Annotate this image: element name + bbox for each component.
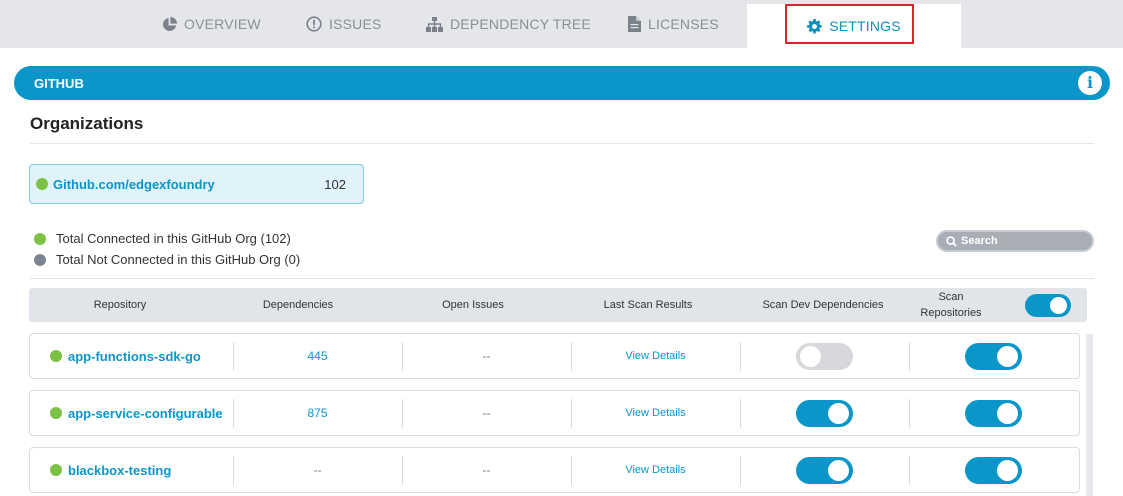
scan-dev-cell [740,391,909,435]
legend-not-connected-text: Total Not Connected in this GitHub Org (… [56,252,301,267]
col-scan-repos: Scan Repositories [920,291,982,319]
toggle-knob [828,459,849,481]
org-name: Github.com/edgexfoundry [53,176,215,192]
toggle-knob [997,402,1018,424]
scan-all-toggle-cell [1023,288,1073,322]
alert-circle-icon [306,16,322,32]
col-dependencies: Dependencies [262,299,334,311]
table-row: app-functions-sdk-go 445 -- View Details [29,333,1080,379]
repo-name-link[interactable]: app-service-configurable [68,406,223,421]
connected-status-dot [50,407,62,419]
scan-repository-toggle[interactable] [965,456,1022,484]
org-repo-count: 102 [324,177,346,192]
col-open-issues: Open Issues [442,299,504,311]
connected-dot [34,232,46,245]
view-details-link[interactable]: View Details [571,448,740,492]
organizations-heading: Organizations [30,114,144,133]
tab-licenses[interactable]: LICENSES [628,0,719,48]
view-details-link[interactable]: View Details [571,391,740,435]
legend-not-connected: Total Not Connected in this GitHub Org (… [34,252,300,267]
divider [30,143,1094,144]
scan-dev-dependencies-toggle[interactable] [796,456,853,484]
tab-label: DEPENDENCY TREE [450,16,591,32]
tab-label: OVERVIEW [184,16,261,32]
connected-status-dot [36,178,48,190]
table-header: Repository Dependencies Open Issues Last… [29,288,1087,322]
tab-label: ISSUES [329,16,382,32]
search-icon [946,235,957,247]
search-input[interactable]: Search [936,230,1094,252]
dependencies-count[interactable]: 445 [233,334,402,378]
scan-dev-dependencies-toggle[interactable] [796,342,853,370]
info-icon[interactable]: i [1078,71,1102,95]
scan-repo-cell [909,391,1078,435]
open-issues-value: -- [482,463,491,477]
scan-repository-toggle[interactable] [965,399,1022,427]
tab-label: LICENSES [648,16,719,32]
sitemap-icon [426,16,443,32]
scan-repository-toggle[interactable] [965,342,1022,370]
search-placeholder: Search [961,235,998,247]
toggle-knob [997,345,1018,367]
scan-repo-cell [909,334,1078,378]
scan-all-repositories-toggle[interactable] [1025,293,1071,317]
section-title: GITHUB [34,75,84,91]
active-tab-highlight [785,4,914,44]
repo-cell: app-functions-sdk-go [30,334,233,378]
connected-status-dot [50,350,62,362]
legend-connected: Total Connected in this GitHub Org (102) [34,231,291,246]
scan-dev-dependencies-toggle[interactable] [796,399,853,427]
toggle-knob [1050,296,1067,314]
scan-repo-cell [909,448,1078,492]
legend-connected-text: Total Connected in this GitHub Org (102) [56,231,291,246]
divider [30,278,1094,279]
document-icon [628,16,641,32]
repo-name-link[interactable]: blackbox-testing [68,463,171,478]
dependencies-count[interactable]: 875 [233,391,402,435]
scan-dev-cell [740,448,909,492]
not-connected-dot [34,253,46,266]
col-last-scan: Last Scan Results [603,299,693,311]
scan-dev-cell [740,334,909,378]
tab-dependency-tree[interactable]: DEPENDENCY TREE [426,0,591,48]
col-repository: Repository [93,299,147,311]
toggle-knob [800,345,821,367]
repo-name-link[interactable]: app-functions-sdk-go [68,349,201,364]
tab-overview[interactable]: OVERVIEW [162,0,261,48]
toggle-knob [997,459,1018,481]
pie-chart-icon [163,16,177,31]
dependencies-count: -- [313,463,322,477]
top-tab-bar: OVERVIEW ISSUES DEPENDENCY TREE LICENSES… [0,0,1123,48]
open-issues-value: -- [482,349,491,363]
view-details-link[interactable]: View Details [571,334,740,378]
tab-issues[interactable]: ISSUES [306,0,382,48]
open-issues-value: -- [482,406,491,420]
github-section-header: GITHUB i [14,66,1110,100]
table-row: blackbox-testing -- -- View Details [29,447,1080,493]
repo-cell: app-service-configurable [30,391,233,435]
repo-cell: blackbox-testing [30,448,233,492]
org-card[interactable]: Github.com/edgexfoundry 102 [29,164,364,204]
table-row: app-service-configurable 875 -- View Det… [29,390,1080,436]
toggle-knob [828,402,849,424]
table-scrollbar[interactable] [1086,334,1093,496]
connected-status-dot [50,464,62,476]
col-scan-dev: Scan Dev Dependencies [762,299,884,311]
